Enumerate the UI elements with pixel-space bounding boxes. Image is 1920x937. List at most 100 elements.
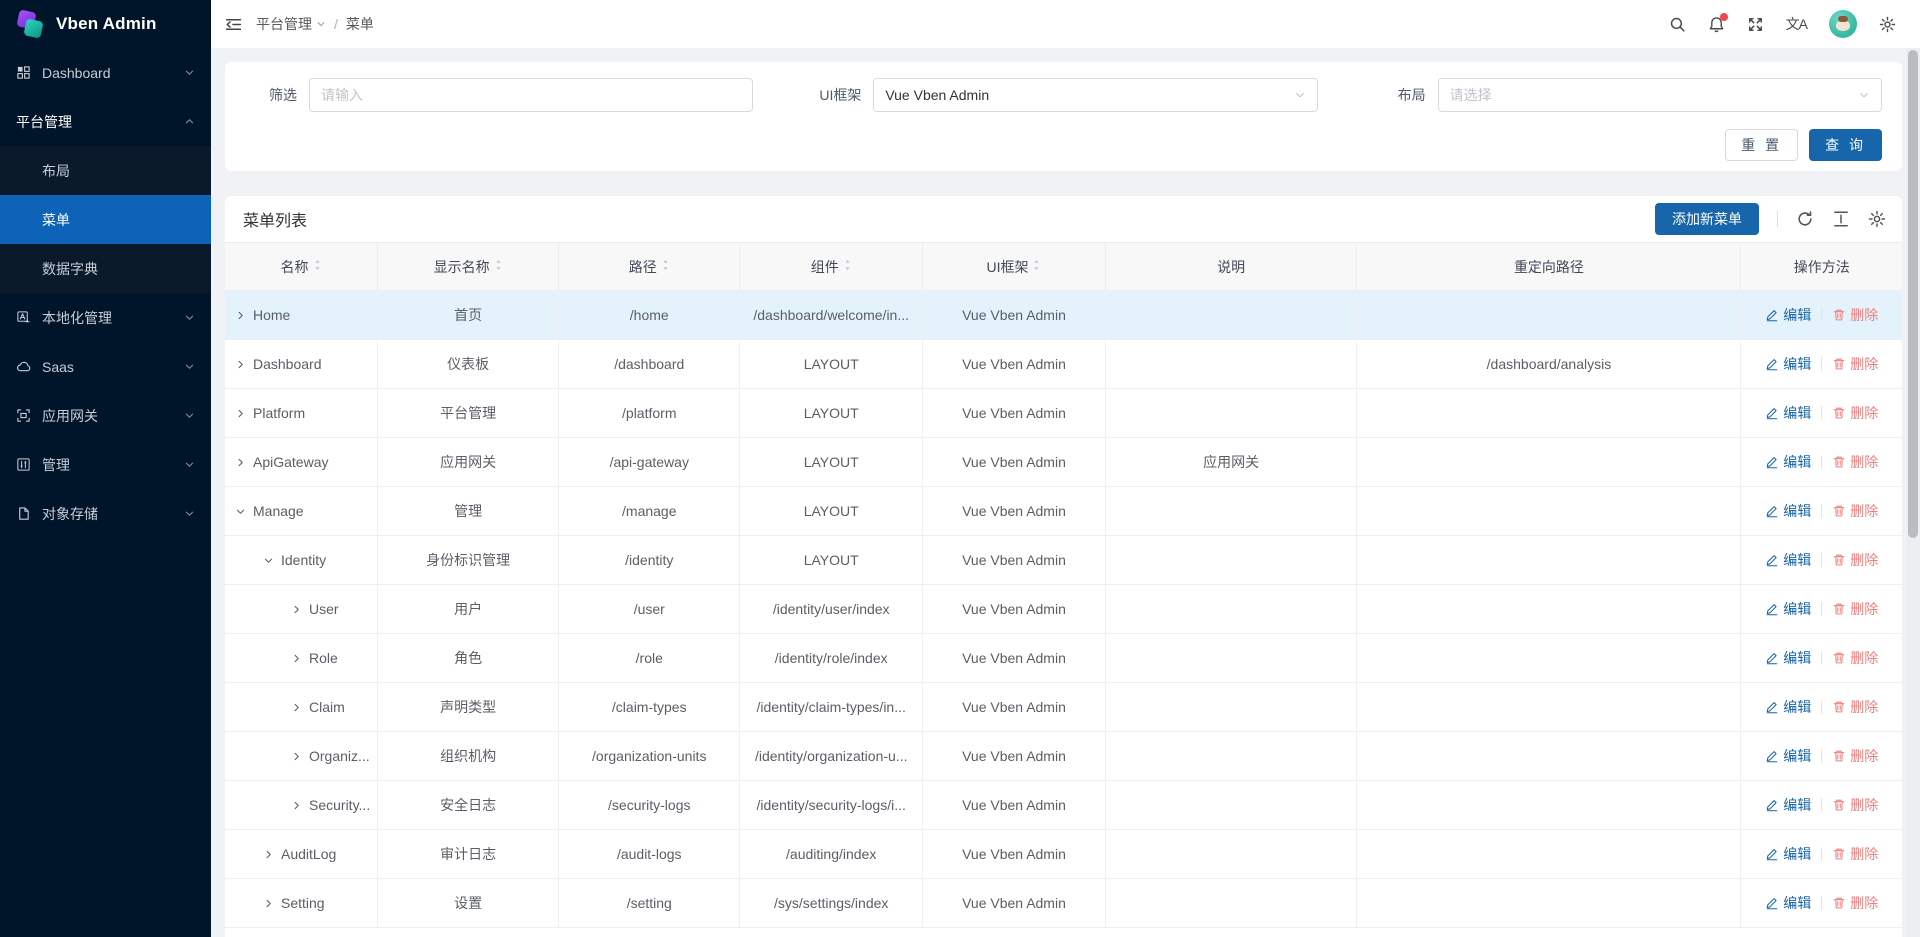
table-row[interactable]: Setting 设置 /setting /sys/settings/index …	[225, 879, 1902, 928]
tree-toggle-icon[interactable]	[291, 702, 302, 713]
edit-button[interactable]: 编辑	[1765, 795, 1811, 815]
translate-icon[interactable]: 文A	[1786, 14, 1807, 34]
tree-toggle-icon[interactable]	[291, 653, 302, 664]
edit-button[interactable]: 编辑	[1765, 844, 1811, 864]
reset-button[interactable]: 重 置	[1725, 129, 1798, 161]
edit-button[interactable]: 编辑	[1765, 893, 1811, 913]
edit-button[interactable]: 编辑	[1765, 403, 1811, 423]
edit-button[interactable]: 编辑	[1765, 452, 1811, 472]
refresh-icon[interactable]	[1796, 210, 1814, 228]
delete-button[interactable]: 删除	[1832, 501, 1878, 521]
tree-toggle-icon[interactable]	[235, 359, 246, 370]
window-scrollbar-thumb[interactable]	[1908, 50, 1918, 538]
column-header[interactable]: 组件	[740, 243, 923, 291]
delete-button-label: 删除	[1850, 795, 1878, 815]
table-row[interactable]: Dashboard 仪表板 /dashboard LAYOUT Vue Vben…	[225, 340, 1902, 389]
delete-button[interactable]: 删除	[1832, 844, 1878, 864]
cell-name-text: Organiz...	[309, 748, 370, 764]
sidebar-item[interactable]: 对象存储	[0, 489, 211, 538]
bell-icon[interactable]	[1708, 16, 1725, 33]
sidebar-item[interactable]: Dashboard	[0, 48, 211, 97]
sort-caret-icon[interactable]	[494, 258, 503, 275]
tree-toggle-icon[interactable]	[263, 849, 274, 860]
delete-button[interactable]: 删除	[1832, 305, 1878, 325]
table-row[interactable]: Manage 管理 /manage LAYOUT Vue Vben Admin …	[225, 487, 1902, 536]
edit-button[interactable]: 编辑	[1765, 697, 1811, 717]
sort-caret-icon[interactable]	[313, 258, 322, 275]
tree-toggle-icon[interactable]	[235, 506, 246, 517]
column-header[interactable]: 操作方法	[1741, 243, 1902, 291]
delete-button-label: 删除	[1850, 403, 1878, 423]
tree-toggle-icon[interactable]	[235, 408, 246, 419]
edit-button[interactable]: 编辑	[1765, 599, 1811, 619]
delete-button[interactable]: 删除	[1832, 648, 1878, 668]
tree-toggle-icon[interactable]	[235, 310, 246, 321]
tree-toggle-icon[interactable]	[291, 604, 302, 615]
tree-toggle-icon[interactable]	[291, 800, 302, 811]
edit-button[interactable]: 编辑	[1765, 550, 1811, 570]
cell-name-text: AuditLog	[281, 846, 336, 862]
table-row[interactable]: User 用户 /user /identity/user/index Vue V…	[225, 585, 1902, 634]
cell-ui-framework: Vue Vben Admin	[923, 536, 1106, 585]
column-header[interactable]: 说明	[1105, 243, 1357, 291]
delete-button[interactable]: 删除	[1832, 550, 1878, 570]
table-row[interactable]: Claim 声明类型 /claim-types /identity/claim-…	[225, 683, 1902, 732]
table-row[interactable]: Home 首页 /home /dashboard/welcome/in... V…	[225, 291, 1902, 340]
sidebar-item[interactable]: 应用网关	[0, 391, 211, 440]
table-row[interactable]: Security... 安全日志 /security-logs /identit…	[225, 781, 1902, 830]
tree-toggle-icon[interactable]	[263, 555, 274, 566]
table-row[interactable]: Identity 身份标识管理 /identity LAYOUT Vue Vbe…	[225, 536, 1902, 585]
sidebar-item[interactable]: 管理	[0, 440, 211, 489]
edit-button[interactable]: 编辑	[1765, 648, 1811, 668]
delete-button[interactable]: 删除	[1832, 697, 1878, 717]
app-logo[interactable]: Vben Admin	[0, 0, 211, 48]
column-header[interactable]: 重定向路径	[1357, 243, 1741, 291]
edit-button[interactable]: 编辑	[1765, 305, 1811, 325]
sort-caret-icon[interactable]	[1032, 258, 1041, 275]
column-header[interactable]: UI框架	[923, 243, 1106, 291]
sidebar-item[interactable]: 平台管理	[0, 97, 211, 146]
table-row[interactable]: AuditLog 审计日志 /audit-logs /auditing/inde…	[225, 830, 1902, 879]
filter-framework-select[interactable]: Vue Vben Admin	[873, 78, 1317, 112]
edit-button[interactable]: 编辑	[1765, 746, 1811, 766]
table-row[interactable]: ApiGateway 应用网关 /api-gateway LAYOUT Vue …	[225, 438, 1902, 487]
delete-button[interactable]: 删除	[1832, 354, 1878, 374]
gear-icon[interactable]	[1879, 16, 1896, 33]
avatar[interactable]	[1829, 10, 1857, 38]
fullscreen-icon[interactable]	[1747, 16, 1764, 33]
table-row[interactable]: Platform 平台管理 /platform LAYOUT Vue Vben …	[225, 389, 1902, 438]
tree-toggle-icon[interactable]	[235, 457, 246, 468]
delete-button[interactable]: 删除	[1832, 599, 1878, 619]
filter-keyword-input[interactable]	[309, 78, 753, 112]
tree-toggle-icon[interactable]	[263, 898, 274, 909]
tree-toggle-icon[interactable]	[291, 751, 302, 762]
edit-button[interactable]: 编辑	[1765, 501, 1811, 521]
add-menu-button[interactable]: 添加新菜单	[1655, 203, 1759, 235]
sidebar-subitem[interactable]: 数据字典	[0, 244, 211, 293]
sidebar-item[interactable]: 本地化管理	[0, 293, 211, 342]
row-height-icon[interactable]	[1832, 210, 1850, 228]
filter-layout-select[interactable]: 请选择	[1438, 78, 1882, 112]
column-header[interactable]: 名称	[225, 243, 378, 291]
table-row[interactable]: Role 角色 /role /identity/role/index Vue V…	[225, 634, 1902, 683]
delete-button[interactable]: 删除	[1832, 403, 1878, 423]
search-icon[interactable]	[1669, 16, 1686, 33]
sort-caret-icon[interactable]	[661, 258, 670, 275]
sidebar-fold-icon[interactable]	[225, 16, 242, 33]
table-row[interactable]: Organiz... 组织机构 /organization-units /ide…	[225, 732, 1902, 781]
column-header[interactable]: 路径	[559, 243, 740, 291]
table-settings-gear-icon[interactable]	[1868, 210, 1886, 228]
delete-button[interactable]: 删除	[1832, 746, 1878, 766]
sort-caret-icon[interactable]	[843, 258, 852, 275]
delete-button[interactable]: 删除	[1832, 452, 1878, 472]
delete-button[interactable]: 删除	[1832, 795, 1878, 815]
window-scrollbar-track[interactable]	[1906, 48, 1920, 937]
breadcrumb-parent[interactable]: 平台管理	[256, 14, 326, 34]
edit-button[interactable]: 编辑	[1765, 354, 1811, 374]
query-button[interactable]: 查 询	[1809, 129, 1882, 161]
sidebar-subitem[interactable]: 菜单	[0, 195, 211, 244]
delete-button[interactable]: 删除	[1832, 893, 1878, 913]
column-header[interactable]: 显示名称	[378, 243, 559, 291]
sidebar-subitem[interactable]: 布局	[0, 146, 211, 195]
sidebar-item[interactable]: Saas	[0, 342, 211, 391]
